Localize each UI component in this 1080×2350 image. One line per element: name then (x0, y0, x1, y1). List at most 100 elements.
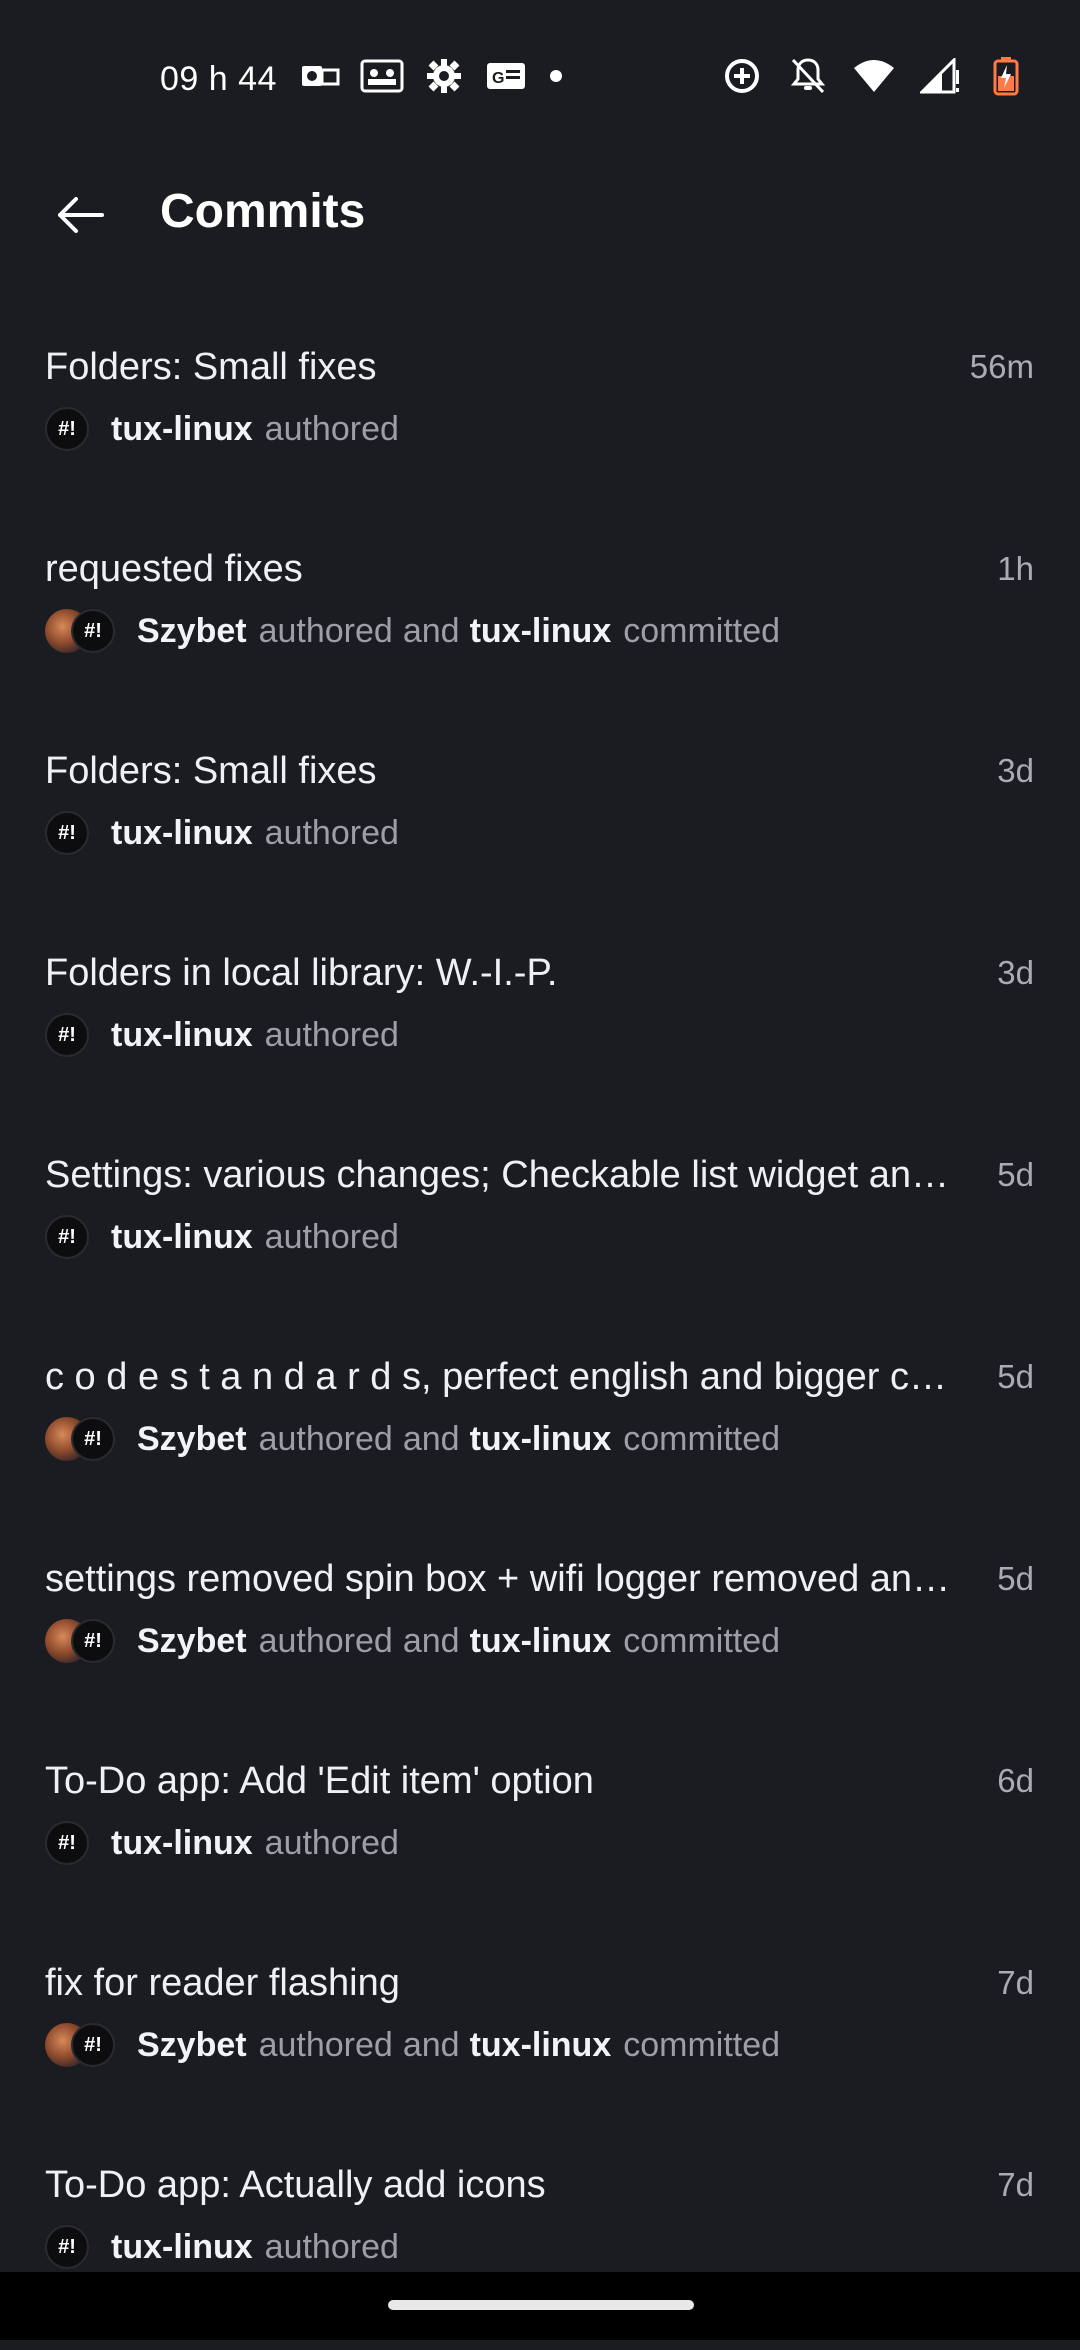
author-name[interactable]: Szybet (137, 1420, 247, 1459)
outlook-icon (298, 58, 342, 94)
committed-label: committed (623, 2025, 781, 2064)
signal-icon (918, 58, 962, 94)
committer-name[interactable]: tux-linux (470, 612, 612, 651)
commit-time: 5d (997, 1358, 1034, 1395)
author-name[interactable]: tux-linux (111, 1824, 253, 1863)
page-title: Commits (160, 185, 366, 238)
wifi-icon (852, 58, 896, 94)
notification-icons: G (298, 58, 562, 94)
status-bar: 09 h 44 G (0, 0, 1080, 120)
avatar-group: #! (45, 2023, 115, 2067)
authored-label: authored (258, 2025, 393, 2064)
avatar-group: #! (45, 407, 89, 451)
status-time: 09 h 44 (160, 60, 277, 98)
author-avatar[interactable]: #! (45, 1215, 89, 1259)
avatar-group: #! (45, 1417, 115, 1461)
app-bar: Commits (0, 160, 1080, 270)
and-label: and (402, 611, 460, 650)
meeting-icon (360, 58, 404, 94)
commit-message: fix for reader flashing (45, 1962, 400, 2004)
commit-message: Settings: various changes; Checkable lis… (45, 1154, 965, 1196)
and-label: and (402, 1621, 460, 1660)
committed-label: committed (623, 1621, 781, 1660)
author-avatar[interactable]: #! (45, 2225, 89, 2269)
author-avatar[interactable]: #! (45, 407, 89, 451)
svg-text:G: G (492, 70, 504, 87)
author-avatar[interactable]: #! (45, 1013, 89, 1057)
commit-row[interactable]: fix for reader flashing 7d #! Szybet authore… (0, 1946, 1080, 2148)
committer-avatar[interactable]: #! (71, 1619, 115, 1663)
commit-time: 6d (997, 1762, 1034, 1799)
author-name[interactable]: tux-linux (111, 2228, 253, 2267)
authored-label: authored (258, 611, 393, 650)
commit-message: settings removed spin box + wifi logger … (45, 1558, 965, 1600)
home-gesture-handle[interactable] (388, 2300, 694, 2310)
authored-label: authored (264, 1015, 399, 1054)
authored-label: authored (258, 1419, 393, 1458)
avatar-group: #! (45, 1215, 89, 1259)
news-icon: G (484, 58, 528, 94)
commit-meta: #! Szybet authored and tux-linux committed (45, 608, 790, 654)
commit-message: Folders: Small fixes (45, 346, 377, 388)
dnd-icon (786, 58, 830, 94)
committer-avatar[interactable]: #! (71, 609, 115, 653)
author-name[interactable]: tux-linux (111, 1218, 253, 1257)
commit-row[interactable]: To-Do app: Add 'Edit item' option 6d #! tux… (0, 1744, 1080, 1946)
more-notifications-dot (550, 70, 562, 82)
commit-row[interactable]: Folders: Small fixes 3d #! tux-linux authore… (0, 734, 1080, 936)
commit-meta: #! Szybet authored and tux-linux committed (45, 2022, 790, 2068)
commit-row[interactable]: Folders: Small fixes 56m #! tux-linux author… (0, 330, 1080, 532)
committer-name[interactable]: tux-linux (470, 1420, 612, 1459)
authored-label: authored (258, 1621, 393, 1660)
committer-name[interactable]: tux-linux (470, 1622, 612, 1661)
author-name[interactable]: tux-linux (111, 814, 253, 853)
arrow-left-icon (58, 197, 104, 233)
commit-message: To-Do app: Add 'Edit item' option (45, 1760, 594, 1802)
commit-time: 3d (997, 752, 1034, 789)
author-name[interactable]: tux-linux (111, 410, 253, 449)
avatar-group: #! (45, 609, 115, 653)
commit-row[interactable]: Folders in local library: W.-I.-P. 3d #! tu… (0, 936, 1080, 1138)
author-name[interactable]: Szybet (137, 1622, 247, 1661)
commit-row[interactable]: settings removed spin box + wifi logger … (0, 1542, 1080, 1744)
avatar-group: #! (45, 2225, 89, 2269)
authored-label: authored (264, 1823, 399, 1862)
commit-meta: #! tux-linux authored (45, 1012, 409, 1058)
avatar-group: #! (45, 1619, 115, 1663)
commit-meta: #! tux-linux authored (45, 810, 409, 856)
author-name[interactable]: Szybet (137, 2026, 247, 2065)
author-avatar[interactable]: #! (45, 1821, 89, 1865)
committer-avatar[interactable]: #! (71, 1417, 115, 1461)
settings-icon (422, 58, 466, 94)
author-avatar[interactable]: #! (45, 811, 89, 855)
commit-meta: #! tux-linux authored (45, 406, 409, 452)
navigation-bar (0, 2272, 1080, 2340)
and-label: and (402, 1419, 460, 1458)
commit-meta: #! Szybet authored and tux-linux committed (45, 1416, 790, 1462)
commit-time: 56m (969, 348, 1034, 385)
author-name[interactable]: tux-linux (111, 1016, 253, 1055)
commit-row[interactable]: Settings: various changes; Checkable lis… (0, 1138, 1080, 1340)
committer-avatar[interactable]: #! (71, 2023, 115, 2067)
avatar-group: #! (45, 1013, 89, 1057)
and-label: and (402, 2025, 460, 2064)
commit-message: To-Do app: Actually add icons (45, 2164, 546, 2206)
committed-label: committed (623, 1419, 781, 1458)
system-icons (720, 57, 1028, 96)
commit-time: 7d (997, 1964, 1034, 2001)
commit-list[interactable]: Folders: Small fixes 56m #! tux-linux author… (0, 330, 1080, 2350)
commit-meta: #! Szybet authored and tux-linux committed (45, 1618, 790, 1664)
battery-charging-icon (984, 57, 1028, 96)
authored-label: authored (264, 2227, 399, 2266)
committed-label: committed (623, 611, 781, 650)
commit-time: 5d (997, 1560, 1034, 1597)
author-name[interactable]: Szybet (137, 612, 247, 651)
commit-row[interactable]: requested fixes 1h #! Szybet authored and tux-… (0, 532, 1080, 734)
commit-time: 7d (997, 2166, 1034, 2203)
commit-row[interactable]: c o d e s t a n d a r d s, perfect engli… (0, 1340, 1080, 1542)
back-button[interactable] (40, 180, 120, 250)
committer-name[interactable]: tux-linux (470, 2026, 612, 2065)
commit-time: 5d (997, 1156, 1034, 1193)
data-saver-icon (720, 58, 764, 94)
authored-label: authored (264, 409, 399, 448)
